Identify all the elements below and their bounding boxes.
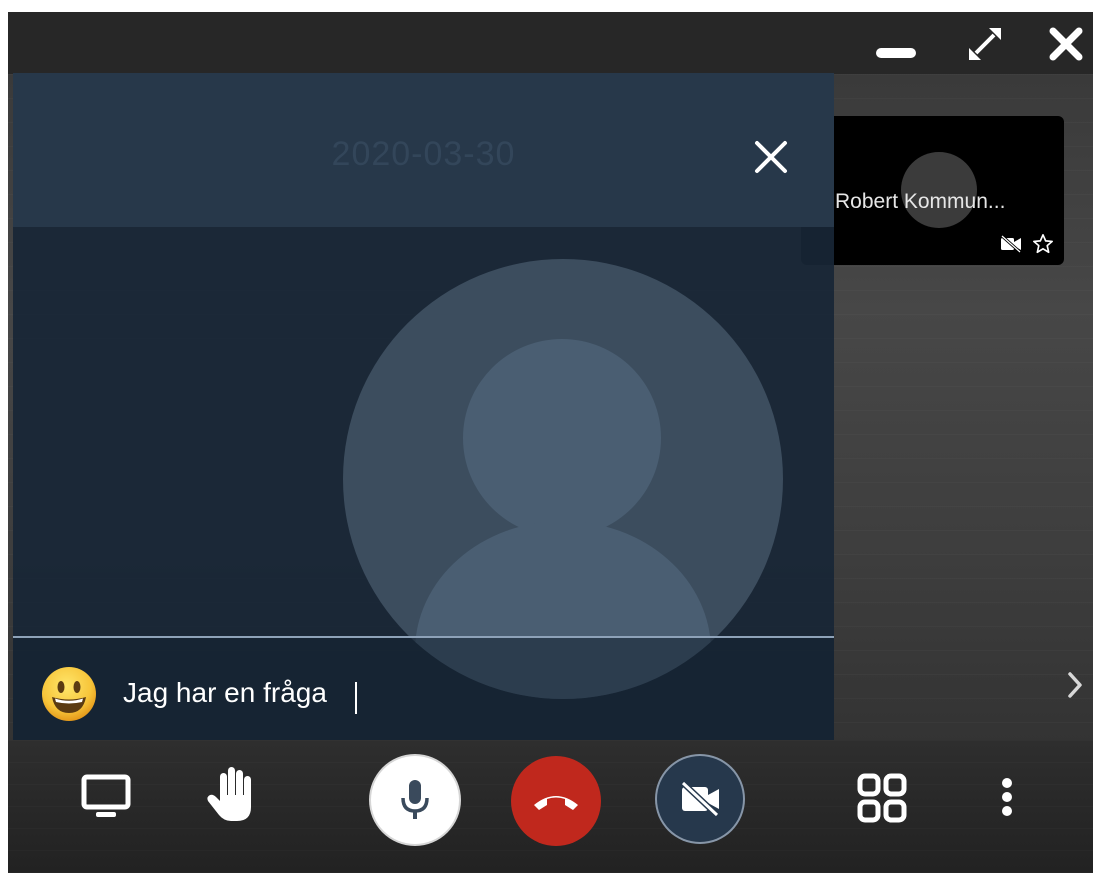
camera-off-icon bbox=[1001, 235, 1021, 253]
chat-panel: 2020-03-30 bbox=[13, 73, 834, 740]
raise-hand-icon bbox=[207, 767, 251, 821]
raise-hand-button[interactable] bbox=[202, 762, 262, 824]
minimize-button[interactable] bbox=[874, 26, 916, 62]
title-bar bbox=[8, 12, 1093, 74]
close-icon bbox=[755, 141, 787, 173]
more-icon bbox=[1002, 778, 1012, 816]
expand-icon bbox=[969, 28, 1001, 60]
participant-name: Robert Kommun... bbox=[835, 190, 1006, 213]
minimize-icon bbox=[876, 48, 916, 58]
camera-off-icon bbox=[680, 781, 720, 817]
hang-up-button[interactable] bbox=[511, 756, 601, 846]
close-window-button[interactable] bbox=[1048, 26, 1088, 62]
call-toolbar bbox=[8, 740, 1093, 873]
chat-input-row bbox=[13, 638, 834, 740]
participant-status-icons bbox=[1000, 233, 1054, 255]
close-chat-button[interactable] bbox=[751, 137, 791, 177]
close-icon bbox=[1049, 27, 1083, 61]
fullscreen-button[interactable] bbox=[965, 26, 1005, 62]
chat-header: 2020-03-30 bbox=[13, 73, 834, 227]
screen-share-button[interactable] bbox=[78, 770, 134, 824]
smiley-icon bbox=[42, 667, 96, 721]
participant-thumbnail[interactable]: Robert Kommun... bbox=[801, 116, 1064, 265]
screen-share-icon bbox=[81, 774, 131, 817]
avatar-placeholder bbox=[343, 259, 783, 699]
chat-message-input[interactable] bbox=[123, 673, 763, 713]
meeting-window: Robert Kommun... 2020-03-30 bbox=[8, 12, 1093, 873]
next-participants-button[interactable] bbox=[1064, 670, 1086, 700]
microphone-button[interactable] bbox=[371, 756, 459, 844]
camera-toggle-button[interactable] bbox=[657, 756, 743, 842]
text-caret bbox=[355, 682, 357, 714]
star-icon[interactable] bbox=[1032, 233, 1054, 255]
tile-view-icon bbox=[857, 773, 907, 823]
microphone-icon bbox=[401, 780, 429, 819]
chat-date: 2020-03-30 bbox=[331, 135, 516, 173]
tile-view-button[interactable] bbox=[854, 770, 910, 826]
chevron-right-icon bbox=[1068, 672, 1082, 698]
emoji-button[interactable] bbox=[41, 666, 97, 722]
hang-up-icon bbox=[534, 796, 578, 810]
more-options-button[interactable] bbox=[992, 770, 1022, 826]
